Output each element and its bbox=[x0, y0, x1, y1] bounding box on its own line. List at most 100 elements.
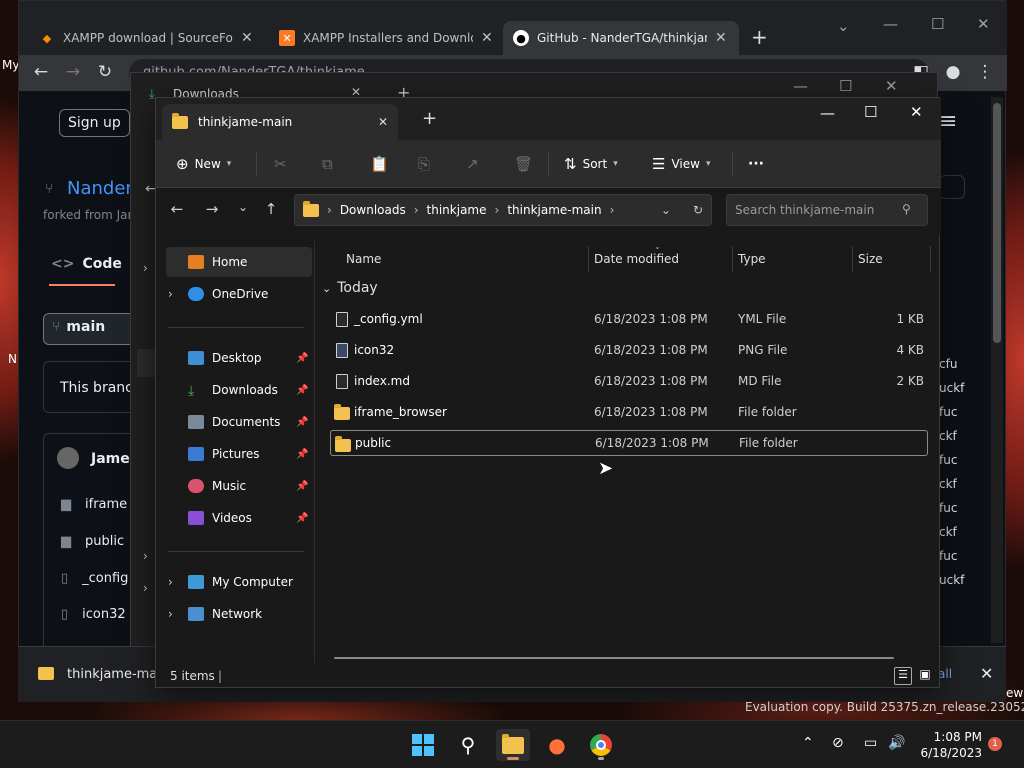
pin-icon[interactable]: 📌 bbox=[296, 417, 308, 428]
pin-icon[interactable]: 📌 bbox=[296, 481, 308, 492]
file-row[interactable]: ▯ _config bbox=[61, 571, 128, 586]
back-icon[interactable]: ← bbox=[166, 200, 188, 218]
chevron-right-icon[interactable]: › bbox=[143, 581, 148, 595]
sidebar-item-home[interactable]: Home bbox=[166, 247, 312, 277]
sidebar-divider[interactable] bbox=[314, 241, 315, 663]
close-tab-icon[interactable]: ✕ bbox=[241, 30, 255, 46]
browser-tab-active[interactable]: ● GitHub - NanderTGA/thinkjame ✕ bbox=[503, 21, 739, 55]
desktop-icon-label[interactable]: My bbox=[2, 58, 19, 72]
search-icon[interactable]: ⚲ bbox=[451, 729, 485, 761]
new-tab-button[interactable]: + bbox=[422, 108, 437, 129]
rename-icon[interactable]: ⎘ bbox=[418, 148, 430, 180]
maximize-icon[interactable]: ☐ bbox=[864, 103, 877, 121]
hamburger-icon[interactable]: ≡ bbox=[939, 109, 957, 134]
scrollbar-thumb[interactable] bbox=[993, 103, 1001, 343]
download-item-name[interactable]: thinkjame-main bbox=[67, 667, 169, 682]
sidebar-item-music[interactable]: Music bbox=[166, 471, 312, 501]
minimize-icon[interactable]: — bbox=[883, 15, 898, 33]
file-row[interactable]: _config.yml 6/18/2023 1:08 PM YML File 1… bbox=[330, 306, 928, 332]
sidebar-item-documents[interactable]: Documents bbox=[166, 407, 312, 437]
column-divider[interactable] bbox=[930, 246, 931, 272]
sidebar-item-downloads[interactable]: ⤓ Downloads bbox=[166, 375, 312, 405]
close-icon[interactable]: ✕ bbox=[885, 77, 898, 95]
explorer-tab[interactable]: thinkjame-main ✕ bbox=[162, 104, 398, 140]
close-icon[interactable]: ✕ bbox=[910, 103, 923, 121]
reload-icon[interactable]: ↻ bbox=[93, 60, 117, 84]
more-options-button[interactable]: ··· bbox=[748, 148, 764, 180]
breadcrumb-item[interactable]: Downloads bbox=[340, 203, 406, 217]
dropdown-button[interactable] bbox=[939, 175, 965, 199]
refresh-icon[interactable]: ↻ bbox=[693, 203, 703, 217]
chevron-down-icon[interactable]: ⌄ bbox=[661, 203, 671, 217]
copy-icon[interactable]: ⧉ bbox=[322, 148, 333, 180]
address-bar[interactable]: › Downloads › thinkjame › thinkjame-main… bbox=[294, 194, 712, 226]
profile-icon[interactable]: ● bbox=[941, 60, 965, 84]
close-icon[interactable]: ✕ bbox=[977, 15, 990, 33]
paste-icon[interactable]: 📋 bbox=[370, 148, 389, 180]
horizontal-scrollbar[interactable] bbox=[334, 657, 894, 659]
column-divider[interactable] bbox=[732, 246, 733, 272]
cut-icon[interactable]: ✂ bbox=[274, 148, 287, 180]
chevron-up-icon[interactable]: ⌃ bbox=[802, 735, 814, 751]
notification-badge[interactable]: 1 bbox=[988, 737, 1002, 751]
file-row[interactable]: iframe_browser 6/18/2023 1:08 PM File fo… bbox=[330, 399, 928, 425]
new-tab-button[interactable]: + bbox=[751, 25, 768, 49]
chrome-taskbar-button[interactable] bbox=[584, 729, 618, 761]
minimize-icon[interactable]: — bbox=[820, 104, 835, 122]
file-row-selected[interactable]: public 6/18/2023 1:08 PM File folder bbox=[330, 430, 928, 456]
column-divider[interactable] bbox=[588, 246, 589, 272]
display-icon[interactable]: ▭ bbox=[864, 735, 877, 751]
start-button[interactable] bbox=[406, 729, 440, 761]
sort-button[interactable]: ⇅ Sort ▾ bbox=[564, 148, 618, 180]
close-tab-icon[interactable]: ✕ bbox=[715, 30, 729, 46]
network-disconnected-icon[interactable]: ⊘ bbox=[832, 735, 844, 751]
sidebar-item-desktop[interactable]: Desktop bbox=[166, 343, 312, 373]
tab-search-icon[interactable]: ⌄ bbox=[837, 17, 850, 35]
close-tab-icon[interactable]: ✕ bbox=[481, 30, 495, 46]
tiles-view-icon[interactable]: ▣ bbox=[916, 667, 934, 685]
file-row[interactable]: ▆ iframe bbox=[61, 497, 127, 512]
file-row[interactable]: ▆ public bbox=[61, 534, 124, 549]
column-header-type[interactable]: Type bbox=[738, 246, 766, 272]
view-button[interactable]: ☰ View ▾ bbox=[652, 148, 710, 180]
minimize-icon[interactable]: — bbox=[793, 77, 808, 95]
breadcrumb-item[interactable]: thinkjame-main bbox=[507, 203, 601, 217]
sidebar-item-onedrive[interactable]: OneDrive bbox=[166, 279, 312, 309]
column-divider[interactable] bbox=[852, 246, 853, 272]
column-header-size[interactable]: Size bbox=[858, 246, 883, 272]
search-input[interactable]: Search thinkjame-main bbox=[726, 194, 928, 226]
chevron-right-icon[interactable]: › bbox=[143, 261, 148, 275]
menu-icon[interactable]: ⋮ bbox=[973, 60, 997, 84]
desktop-icon-label[interactable]: N bbox=[8, 352, 17, 366]
tab-code[interactable]: <> Code bbox=[51, 256, 122, 272]
file-row[interactable]: index.md 6/18/2023 1:08 PM MD File 2 KB bbox=[330, 368, 928, 394]
browser-tab[interactable]: ✕ XAMPP Installers and Downloads ✕ bbox=[269, 21, 505, 55]
volume-icon[interactable]: 🔊 bbox=[888, 735, 905, 751]
recent-locations-icon[interactable]: ⌄ bbox=[232, 200, 254, 214]
column-header-name[interactable]: Name bbox=[346, 246, 381, 272]
avatar[interactable] bbox=[57, 447, 79, 469]
sidebar-item-pictures[interactable]: Pictures bbox=[166, 439, 312, 469]
page-scrollbar[interactable] bbox=[991, 97, 1003, 643]
forward-icon[interactable]: → bbox=[201, 200, 223, 218]
sidebar-item-videos[interactable]: Videos bbox=[166, 503, 312, 533]
close-tab-icon[interactable]: ✕ bbox=[378, 115, 388, 129]
group-header[interactable]: ⌄ Today bbox=[322, 280, 378, 296]
column-header-date[interactable]: Date modified bbox=[594, 246, 679, 272]
pin-icon[interactable]: 📌 bbox=[296, 449, 308, 460]
sign-up-button[interactable]: Sign up bbox=[59, 109, 130, 137]
up-icon[interactable]: ↑ bbox=[260, 200, 282, 218]
new-button[interactable]: ⊕ New ▾ bbox=[176, 148, 231, 180]
sidebar-item-network[interactable]: Network bbox=[166, 599, 312, 629]
details-view-icon[interactable]: ☰ bbox=[894, 667, 912, 685]
delete-icon[interactable]: 🗑 bbox=[514, 148, 533, 180]
branch-select[interactable]: ⑂ main bbox=[43, 313, 143, 345]
clock[interactable]: 1:08 PM 6/18/2023 bbox=[918, 729, 982, 761]
repo-owner-link[interactable]: Nander bbox=[67, 178, 133, 199]
close-icon[interactable]: ✕ bbox=[980, 664, 993, 683]
file-explorer-taskbar-button[interactable] bbox=[496, 729, 530, 761]
pin-icon[interactable]: 📌 bbox=[296, 385, 308, 396]
breadcrumb-item[interactable]: thinkjame bbox=[427, 203, 487, 217]
pin-icon[interactable]: 📌 bbox=[296, 353, 308, 364]
share-icon[interactable]: ↗ bbox=[466, 148, 479, 180]
